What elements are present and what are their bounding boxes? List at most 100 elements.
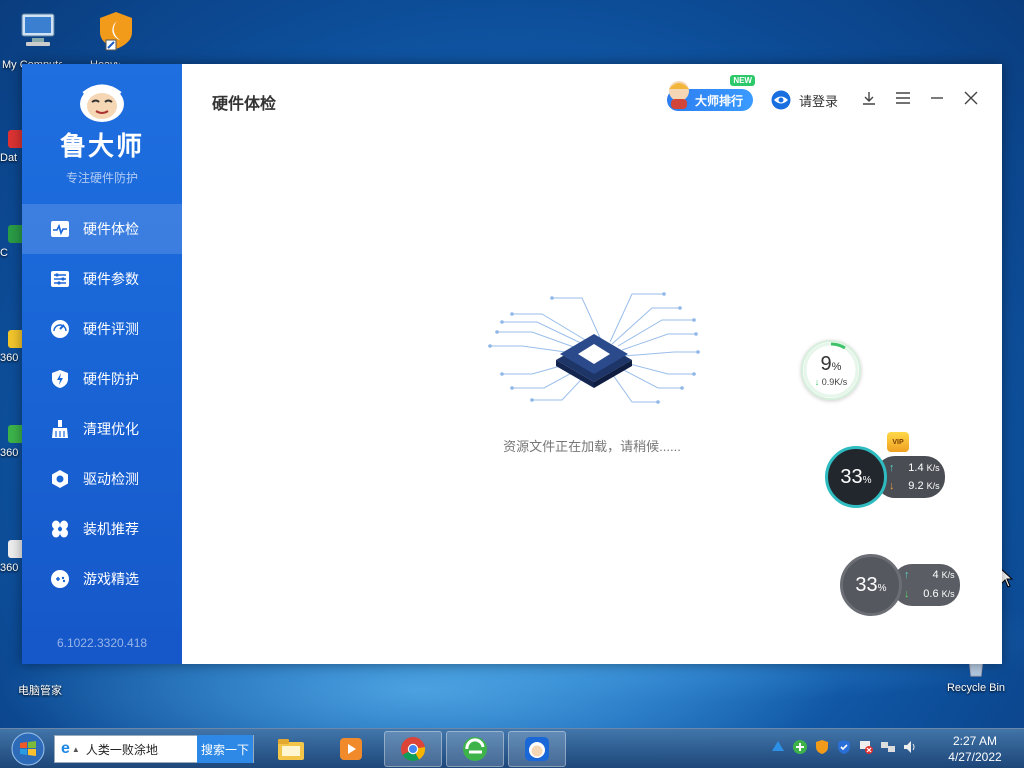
search-button[interactable]: 搜索一下	[197, 735, 253, 763]
minimize-icon	[930, 91, 944, 110]
arrow-up-icon: ↑	[904, 569, 910, 581]
rank-label: 大师排行	[694, 93, 743, 108]
desktop-icon-label: 360	[0, 352, 19, 364]
system-tray	[770, 739, 918, 755]
desktop-icon-heavy[interactable]: Heavy	[80, 8, 152, 71]
tray-360-guard-icon[interactable]	[792, 739, 808, 755]
sidebar-item-label: 装机推荐	[83, 521, 139, 537]
hamburger-menu-icon	[895, 91, 911, 110]
upload-unit: K/s	[926, 463, 940, 473]
tray-shield-icon[interactable]	[814, 739, 830, 755]
taskbar-chrome[interactable]	[384, 731, 442, 767]
download-unit: K/s	[941, 589, 955, 599]
clock-time: 2:27 AM	[952, 734, 998, 748]
chrome-icon	[401, 737, 426, 762]
sliders-icon	[50, 269, 70, 289]
cpu-usage-circle: 33%	[825, 446, 887, 508]
hexagon-gear-icon	[50, 469, 70, 489]
loading-status-text: 资源文件正在加载，请稍候......	[503, 439, 681, 454]
download-speed: 0.6	[923, 588, 939, 600]
sidebar: 鲁大师 专注硬件防护 硬件体检 硬件参数 硬件评测 硬件防护 清理优化 驱动检测…	[22, 64, 182, 664]
tray-bird-icon[interactable]	[770, 739, 786, 755]
sidebar-item-label: 硬件参数	[83, 271, 139, 287]
start-button[interactable]	[6, 731, 50, 767]
computer-icon	[2, 8, 74, 55]
desktop-icon-label: 360	[0, 447, 19, 459]
sidebar-item-label: 清理优化	[83, 421, 139, 437]
upload-speed: 4	[932, 569, 939, 581]
sidebar-item-hardware-params[interactable]: 硬件参数	[22, 254, 182, 304]
tray-volume-icon[interactable]	[902, 739, 918, 755]
sidebar-item-label: 游戏精选	[83, 571, 139, 587]
arrow-up-icon: ↑	[889, 462, 895, 474]
lightning-shield-icon	[50, 369, 70, 389]
user-avatar-icon	[771, 90, 791, 110]
search-input[interactable]: 人类一败涂地	[86, 741, 194, 758]
sidebar-item-driver-check[interactable]: 驱动检测	[22, 454, 182, 504]
upload-speed: 1.4	[908, 462, 924, 474]
desktop-icon-label: Dat	[0, 152, 18, 164]
arrow-down-icon: ↓	[889, 480, 895, 492]
sidebar-item-build-recommend[interactable]: 装机推荐	[22, 504, 182, 554]
pulse-monitor-icon	[50, 219, 70, 239]
fan-icon	[50, 519, 70, 539]
taskbar-explorer[interactable]	[262, 731, 320, 767]
page-title: 硬件体检	[212, 96, 277, 113]
windows-orb-icon	[11, 732, 45, 766]
tray-flag-alert-icon[interactable]	[858, 739, 874, 755]
desktop-icon-label: Recycle Bin	[946, 682, 1006, 694]
shield-app-icon	[80, 8, 152, 55]
mouse-cursor-icon	[1000, 567, 1014, 593]
master-rank-button[interactable]: 大师排行 NEW	[666, 75, 755, 111]
close-button[interactable]	[954, 85, 988, 115]
login-label: 请登录	[798, 93, 838, 109]
gauge-icon	[50, 319, 70, 339]
vip-badge: VIP	[892, 438, 904, 446]
sidebar-item-cleanup[interactable]: 清理优化	[22, 404, 182, 454]
download-icon	[862, 91, 876, 110]
download-unit: K/s	[926, 481, 940, 491]
usage-ring-icon	[803, 342, 859, 398]
brand-tagline: 专注硬件防护	[65, 171, 138, 185]
gamepad-icon	[50, 569, 70, 589]
ludashi-app-icon	[525, 737, 549, 761]
sidebar-item-label: 硬件防护	[83, 371, 139, 387]
upload-unit: K/s	[941, 570, 955, 580]
sidebar-nav: 硬件体检 硬件参数 硬件评测 硬件防护 清理优化 驱动检测 装机推荐 游戏精选	[22, 204, 182, 604]
taskbar-360-browser[interactable]	[446, 731, 504, 767]
sidebar-item-label: 硬件体检	[83, 221, 139, 237]
sidebar-item-label: 驱动检测	[83, 471, 139, 487]
brand-logo: 鲁大师 专注硬件防护	[22, 80, 182, 186]
memory-usage-circle: 9% ↓ 0.9K/s	[801, 340, 861, 400]
mascot-icon	[72, 80, 132, 124]
percent-unit: %	[862, 474, 872, 486]
speed-monitor-small[interactable]: 9% ↓ 0.9K/s	[801, 340, 861, 400]
usage-percent: 33	[855, 573, 878, 596]
sidebar-item-games[interactable]: 游戏精选	[22, 554, 182, 604]
arrow-down-icon: ↓	[904, 588, 910, 600]
download-speed: 9.2	[908, 480, 924, 492]
desktop-icon-pc-manager[interactable]: 电脑管家	[2, 664, 78, 698]
tray-network-icon[interactable]	[880, 739, 896, 755]
tray-defender-icon[interactable]	[836, 739, 852, 755]
usage-percent: 33	[840, 465, 863, 488]
download-button[interactable]	[852, 85, 886, 115]
login-button[interactable]: 请登录	[771, 90, 838, 110]
sidebar-item-hardware-check[interactable]: 硬件体检	[22, 204, 182, 254]
taskbar-ludashi[interactable]	[508, 731, 566, 767]
minimize-button[interactable]	[920, 85, 954, 115]
cpu-chip-illustration	[482, 284, 702, 419]
360-browser-icon	[463, 737, 487, 761]
sidebar-item-hardware-protection[interactable]: 硬件防护	[22, 354, 182, 404]
menu-button[interactable]	[886, 85, 920, 115]
taskbar-clock[interactable]: 2:27 AM 4/27/2022	[940, 733, 1010, 765]
sidebar-item-hardware-benchmark[interactable]: 硬件评测	[22, 304, 182, 354]
media-player-icon	[340, 738, 362, 760]
cpu-usage-circle: 33%	[840, 554, 902, 616]
taskbar-search-box[interactable]: e ▲ 人类一败涂地 搜索一下	[54, 735, 254, 763]
taskbar-media-player[interactable]	[322, 731, 380, 767]
close-icon	[964, 91, 978, 110]
desktop-icon-my-computer[interactable]: My Computer	[2, 8, 74, 71]
clock-date: 4/27/2022	[948, 750, 1002, 764]
desktop-icon-label: 电脑管家	[18, 685, 62, 697]
